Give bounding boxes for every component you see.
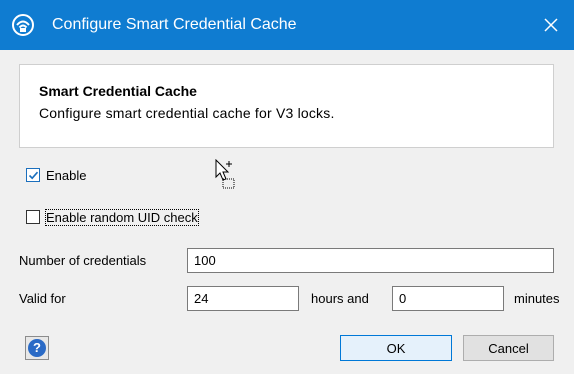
header-description: Configure smart credential cache for V3 … xyxy=(39,105,335,121)
header-title: Smart Credential Cache xyxy=(39,83,197,99)
random-uid-label: Enable random UID check xyxy=(45,208,199,226)
num-credentials-input[interactable]: 100 xyxy=(187,248,554,273)
num-credentials-label: Number of credentials xyxy=(19,253,147,268)
ok-button[interactable]: OK xyxy=(340,335,452,361)
hours-input[interactable]: 24 xyxy=(187,286,299,311)
hours-and-label: hours and xyxy=(311,291,369,306)
wifi-lock-icon xyxy=(12,14,34,36)
close-button[interactable] xyxy=(528,0,574,50)
enable-checkbox[interactable] xyxy=(26,168,40,182)
checkmark-icon xyxy=(28,171,39,180)
drag-cursor-icon xyxy=(215,158,239,196)
help-icon: ? xyxy=(28,339,46,357)
random-uid-checkbox[interactable] xyxy=(26,210,40,224)
random-uid-checkbox-row[interactable]: Enable random UID check xyxy=(26,208,199,226)
help-button[interactable]: ? xyxy=(25,336,49,360)
enable-checkbox-row[interactable]: Enable xyxy=(26,166,86,184)
window-title: Configure Smart Credential Cache xyxy=(52,16,297,33)
close-icon xyxy=(544,18,558,32)
minutes-label: minutes xyxy=(514,291,560,306)
minutes-input[interactable]: 0 xyxy=(392,286,504,311)
enable-label: Enable xyxy=(46,167,87,183)
valid-for-label: Valid for xyxy=(19,291,66,306)
header-panel: Smart Credential Cache Configure smart c… xyxy=(19,64,554,148)
cancel-button[interactable]: Cancel xyxy=(463,335,554,361)
title-bar: Configure Smart Credential Cache xyxy=(0,0,574,50)
